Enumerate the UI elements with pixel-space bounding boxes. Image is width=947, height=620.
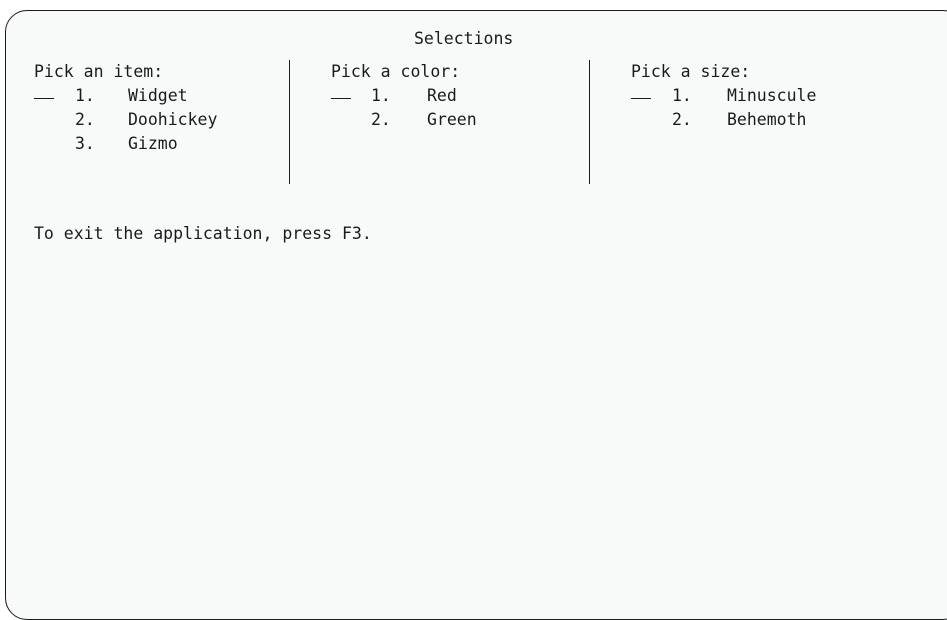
size-option-1-label: Minuscule	[727, 86, 817, 105]
color-column-heading: Pick a color:	[331, 62, 461, 81]
item-option-1-label: Widget	[128, 86, 188, 105]
item-column-heading: Pick an item:	[34, 62, 164, 81]
size-column-heading: Pick a size:	[631, 62, 751, 81]
item-option-2-label: Doohickey	[128, 110, 218, 129]
screen-title: Selections	[414, 29, 514, 48]
item-option-3-number: 3.	[75, 134, 95, 153]
size-option-1-number: 1.	[672, 86, 692, 105]
color-selection-input[interactable]	[331, 98, 351, 99]
color-option-2-number: 2.	[371, 110, 391, 129]
size-option-2-label: Behemoth	[727, 110, 807, 129]
column-divider	[289, 60, 290, 184]
item-option-2-number: 2.	[75, 110, 95, 129]
size-option-2-number: 2.	[672, 110, 692, 129]
size-selection-input[interactable]	[631, 98, 651, 99]
color-option-1-label: Red	[427, 86, 457, 105]
exit-instructions: To exit the application, press F3.	[34, 224, 372, 243]
column-divider	[589, 60, 590, 184]
item-option-3-label: Gizmo	[128, 134, 178, 153]
color-option-1-number: 1.	[371, 86, 391, 105]
item-selection-input[interactable]	[34, 98, 54, 99]
item-option-1-number: 1.	[75, 86, 95, 105]
color-option-2-label: Green	[427, 110, 477, 129]
